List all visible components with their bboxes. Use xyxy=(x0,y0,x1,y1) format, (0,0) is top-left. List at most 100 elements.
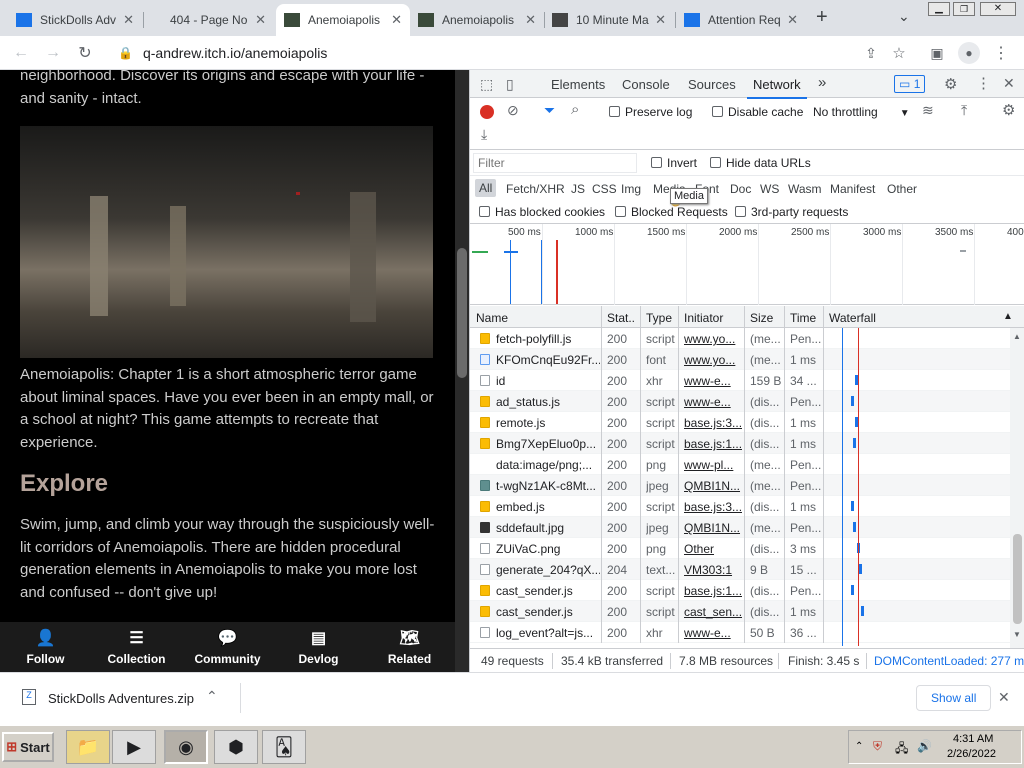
table-row[interactable]: cast_sender.js 200 script base.js:1... (dis.… xyxy=(470,580,1010,601)
hide-data-urls-checkbox[interactable]: Hide data URLs xyxy=(710,156,811,170)
show-all-button[interactable]: Show all xyxy=(916,685,992,711)
clock-date[interactable]: 2/26/2022 xyxy=(947,748,996,760)
close-icon[interactable]: ✕ xyxy=(787,12,798,28)
browser-tab-5[interactable]: 10 Minute Ma ✕ xyxy=(544,4,674,36)
download-options-chevron-icon[interactable]: ⌃ xyxy=(206,688,218,705)
record-icon[interactable] xyxy=(480,105,494,119)
devtools-menu-icon[interactable]: ⋮ xyxy=(976,74,991,92)
cell-initiator[interactable]: QMBI1N... xyxy=(684,479,742,493)
table-row[interactable]: data:image/png;... 200 png www-pl... (me... P… xyxy=(470,454,1010,475)
forward-arrow-icon[interactable]: → xyxy=(42,42,64,64)
third-party-requests-checkbox[interactable]: 3rd-party requests xyxy=(735,205,848,219)
tab-search-chevron-icon[interactable]: ⌄ xyxy=(898,8,910,25)
table-row[interactable]: KFOmCnqEu92Fr... 200 font www.yo... (me... 1 … xyxy=(470,349,1010,370)
invert-checkbox[interactable]: Invert xyxy=(651,156,697,170)
cell-initiator[interactable]: base.js:3... xyxy=(684,416,742,430)
cell-initiator[interactable]: www-pl... xyxy=(684,458,742,472)
close-icon[interactable]: ✕ xyxy=(525,12,536,28)
column-size[interactable]: Size xyxy=(750,311,773,325)
chrome-taskbar-icon[interactable]: ◉ xyxy=(164,730,208,764)
cell-initiator[interactable]: VM303:1 xyxy=(684,563,742,577)
type-filter-doc[interactable]: Doc xyxy=(730,182,751,196)
page-scrollbar[interactable] xyxy=(455,70,469,672)
cell-initiator[interactable]: www.yo... xyxy=(684,353,742,367)
filter-input[interactable] xyxy=(473,153,637,173)
profile-avatar[interactable]: ● xyxy=(958,42,980,64)
community-button[interactable]: 💬 Community xyxy=(182,622,273,672)
export-har-icon[interactable]: ⤓ xyxy=(481,126,487,143)
browser-tab-2[interactable]: 404 - Page No ✕ xyxy=(146,4,274,36)
cell-initiator[interactable]: www.yo... xyxy=(684,332,742,346)
close-icon[interactable]: ✕ xyxy=(655,12,666,28)
cell-initiator[interactable]: cast_sen... xyxy=(684,605,742,619)
table-row[interactable]: remote.js 200 script base.js:3... (dis... 1 m… xyxy=(470,412,1010,433)
media-player-taskbar-icon[interactable]: ▶ xyxy=(112,730,156,764)
tab-elements[interactable]: Elements xyxy=(551,77,605,92)
cell-initiator[interactable]: base.js:1... xyxy=(684,584,742,598)
column-status[interactable]: Stat.. xyxy=(607,311,635,325)
new-tab-button[interactable]: + xyxy=(816,6,828,29)
type-filter-ws[interactable]: WS xyxy=(760,182,779,196)
close-window-button[interactable]: ✕ xyxy=(980,2,1016,16)
blocked-requests-checkbox[interactable]: Blocked Requests xyxy=(615,205,728,219)
follow-button[interactable]: 👤 Follow xyxy=(0,622,91,672)
cell-initiator[interactable]: QMBI1N... xyxy=(684,521,742,535)
start-button[interactable]: ⊞ Start xyxy=(2,732,54,762)
back-arrow-icon[interactable]: ← xyxy=(10,42,32,64)
address-bar[interactable]: 🔒 q-andrew.itch.io/anemoiapolis xyxy=(112,40,902,66)
close-devtools-icon[interactable]: ✕ xyxy=(1003,75,1015,92)
menu-dots-icon[interactable]: ⋮ xyxy=(990,42,1012,64)
app-taskbar-icon[interactable]: ⬢ xyxy=(214,730,258,764)
table-row[interactable]: generate_204?qX... 204 text... VM303:1 9 B 15… xyxy=(470,559,1010,580)
clock-time[interactable]: 4:31 AM xyxy=(953,733,993,745)
table-row[interactable]: fetch-polyfill.js 200 script www.yo... (me..… xyxy=(470,328,1010,349)
scroll-down-icon[interactable]: ▼ xyxy=(1013,630,1021,639)
table-row[interactable]: ad_status.js 200 script www-e... (dis... Pen.… xyxy=(470,391,1010,412)
related-button[interactable]: 🗺 Related xyxy=(364,622,455,672)
more-tabs-button[interactable]: » xyxy=(818,74,826,91)
table-row[interactable]: Bmg7XepEluo0p... 200 script base.js:1... (di… xyxy=(470,433,1010,454)
clear-icon[interactable]: ⊘ xyxy=(507,102,519,119)
collection-button[interactable]: ☰ Collection xyxy=(91,622,182,672)
share-icon[interactable]: ⇪ xyxy=(860,42,882,64)
close-icon[interactable]: ✕ xyxy=(123,12,134,28)
filter-funnel-icon[interactable]: ⏷ xyxy=(544,102,555,119)
column-time[interactable]: Time xyxy=(790,311,816,325)
table-row[interactable]: id 200 xhr www-e... 159 B 34 ... xyxy=(470,370,1010,391)
cell-initiator[interactable]: www-e... xyxy=(684,626,742,640)
disable-cache-checkbox[interactable]: Disable cache xyxy=(712,105,803,119)
search-icon[interactable]: ⌕ xyxy=(571,101,579,118)
volume-icon[interactable]: 🔊 xyxy=(917,739,932,753)
type-filter-fetch-xhr[interactable]: Fetch/XHR xyxy=(506,182,565,196)
settings-gear-icon[interactable]: ⚙ xyxy=(944,75,957,93)
browser-tab-1[interactable]: StickDolls Adv ✕ xyxy=(8,4,142,36)
cell-initiator[interactable]: www-e... xyxy=(684,395,742,409)
game-screenshot-image[interactable] xyxy=(20,126,433,358)
table-row[interactable]: t-wgNz1AK-c8Mt... 200 jpeg QMBI1N... (me... P… xyxy=(470,475,1010,496)
devlog-button[interactable]: ▤ Devlog xyxy=(273,622,364,672)
tab-console[interactable]: Console xyxy=(622,77,670,92)
table-row[interactable]: cast_sender.js 200 script cast_sen... (dis..… xyxy=(470,601,1010,622)
type-filter-css[interactable]: CSS xyxy=(592,182,617,196)
cell-initiator[interactable]: www-e... xyxy=(684,374,742,388)
browser-tab-4[interactable]: Anemoiapolis ✕ xyxy=(410,4,544,36)
device-toolbar-icon[interactable]: ▯ xyxy=(506,76,514,93)
type-filter-js[interactable]: JS xyxy=(571,182,585,196)
solitaire-taskbar-icon[interactable]: 🂡 xyxy=(262,730,306,764)
file-explorer-taskbar-icon[interactable]: 📁 xyxy=(66,730,110,764)
throttling-select[interactable]: No throttling ▼ xyxy=(813,105,910,119)
requests-scrollbar-thumb[interactable] xyxy=(1013,534,1022,624)
close-shelf-icon[interactable]: ✕ xyxy=(998,689,1010,706)
browser-tab-3[interactable]: Anemoiapolis ✕ xyxy=(276,4,410,36)
inspect-element-icon[interactable]: ⬚ xyxy=(480,76,493,93)
network-overview-timeline[interactable]: 500 ms 1000 ms 1500 ms 2000 ms 2500 ms 3… xyxy=(470,224,1024,305)
restore-button[interactable]: ❐ xyxy=(953,2,975,16)
import-har-icon[interactable]: ⤒ xyxy=(961,102,967,119)
issues-badge[interactable]: ▭ 1 xyxy=(894,75,926,93)
download-filename[interactable]: StickDolls Adventures.zip xyxy=(48,691,194,706)
reload-icon[interactable]: ↻ xyxy=(74,42,96,64)
network-settings-gear-icon[interactable]: ⚙ xyxy=(1002,101,1015,119)
close-icon[interactable]: ✕ xyxy=(255,12,266,28)
side-panel-icon[interactable]: ▣ xyxy=(926,42,948,64)
requests-scrollbar[interactable]: ▲ ▼ xyxy=(1010,328,1024,648)
